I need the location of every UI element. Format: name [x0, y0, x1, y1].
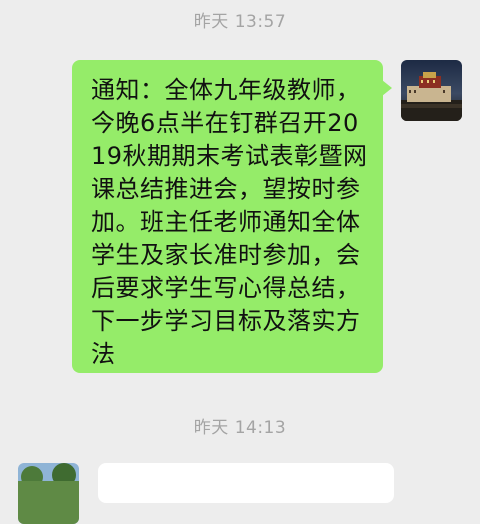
landscape-photo-icon	[18, 463, 79, 524]
message-timestamp: 昨天 14:13	[193, 418, 287, 438]
self-avatar[interactable]	[401, 60, 462, 121]
message-timestamp: 昨天 13:57	[193, 12, 287, 32]
contact-avatar[interactable]	[18, 463, 79, 524]
outgoing-message-bubble[interactable]: 通知：全体九年级教师，今晚6点半在钉群召开2019秋期期末考试表彰暨网课总结推进…	[72, 60, 392, 373]
palace-photo-icon	[401, 60, 462, 121]
message-text: 通知：全体九年级教师，今晚6点半在钉群召开2019秋期期末考试表彰暨网课总结推进…	[91, 76, 368, 368]
incoming-message-bubble[interactable]	[98, 463, 394, 503]
